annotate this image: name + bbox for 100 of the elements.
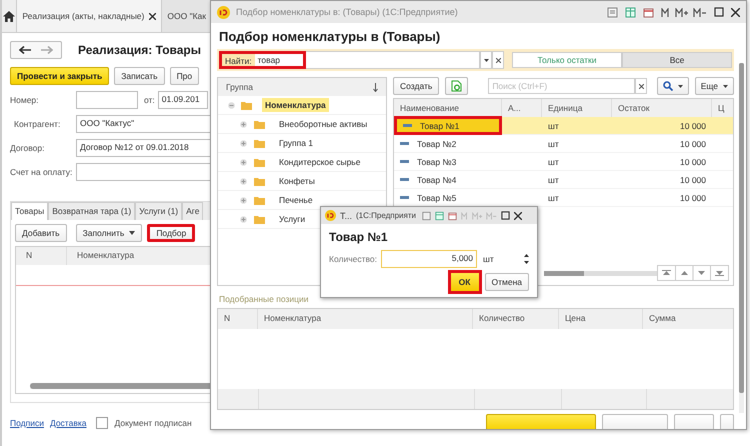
action-button[interactable]: Записать <box>114 67 165 85</box>
find-field[interactable]: Найти: товар <box>219 51 306 69</box>
confirm-button[interactable] <box>486 414 596 429</box>
window-title: Подбор номенклатуры в: (Товары) (1С:Предприятие) <box>236 7 459 17</box>
tree-item[interactable]: Номенклатура <box>262 98 329 112</box>
table-row[interactable]: Товар №3 шт 10 000 <box>394 153 733 171</box>
window-tab[interactable]: Реализация (акты, накладные) <box>17 0 162 32</box>
expand-icon[interactable] <box>240 140 247 146</box>
maximize-icon[interactable] <box>714 7 724 17</box>
action-button[interactable] <box>674 414 714 429</box>
cancel-button[interactable]: Отмена <box>484 273 529 291</box>
more-button[interactable]: Еще <box>694 77 734 95</box>
folder-icon <box>241 100 252 110</box>
item-name-cell: Товар №5 <box>394 189 502 206</box>
clear-button[interactable] <box>492 51 504 69</box>
expand-icon[interactable] <box>240 216 247 222</box>
tab[interactable]: Товары <box>11 202 48 220</box>
table-cell-text: 10 000 <box>679 192 707 202</box>
link[interactable]: Подписи <box>10 418 44 428</box>
link[interactable]: Доставка <box>50 418 86 428</box>
spin-arrows-icon[interactable] <box>524 253 529 265</box>
maximize-icon[interactable] <box>500 211 510 220</box>
toolbar-button[interactable]: Заполнить <box>76 224 142 242</box>
row-navigation-buttons[interactable] <box>657 265 729 281</box>
create-button[interactable]: Создать <box>393 77 440 95</box>
memory-icons[interactable] <box>661 8 707 16</box>
folder-icon <box>254 176 265 186</box>
copy-button[interactable] <box>445 77 468 95</box>
toolbar-button[interactable]: Добавить <box>15 224 67 242</box>
tab[interactable]: Услуги (1) <box>135 202 182 220</box>
tree-item[interactable]: Кондитерское сырье <box>276 155 364 169</box>
date-field[interactable]: 01.09.201 <box>158 91 208 109</box>
sort-arrow-icon[interactable] <box>373 82 378 92</box>
item-icon <box>400 178 409 181</box>
item-icon <box>403 124 412 127</box>
contract-field[interactable]: Договор №12 от 09.01.2018 <box>76 139 212 157</box>
checkbox[interactable] <box>96 417 108 429</box>
table-cell-text: 10 000 <box>679 156 707 166</box>
scrollbar[interactable] <box>739 63 744 413</box>
field-label: Договор: <box>10 143 46 153</box>
search-button[interactable] <box>656 77 689 95</box>
expand-icon[interactable] <box>240 158 247 166</box>
copy-icon <box>451 80 462 92</box>
expand-icon[interactable] <box>240 120 247 128</box>
item-icon <box>400 142 409 145</box>
table-icon[interactable] <box>434 210 444 220</box>
tree-item[interactable]: Конфеты <box>276 174 318 188</box>
filter-toggle[interactable]: Все <box>622 52 732 68</box>
action-button[interactable]: Про <box>170 67 200 85</box>
scrollbar[interactable] <box>544 270 657 276</box>
action-button[interactable] <box>602 414 668 429</box>
table-row[interactable]: Товар №2 шт 10 000 <box>394 135 733 153</box>
tab[interactable]: Возвратная тара (1) <box>48 202 136 220</box>
toolbar-button[interactable]: Подбор <box>147 224 196 242</box>
table-icon[interactable] <box>625 6 636 18</box>
column-header: Сумма <box>648 312 677 325</box>
table-row[interactable]: Товар №1 шт 10 000 <box>394 117 733 135</box>
ok-button[interactable]: ОК <box>448 270 482 294</box>
counterparty-field[interactable]: ООО "Кактус" <box>76 115 212 133</box>
number-field[interactable] <box>76 91 138 109</box>
document-icon[interactable] <box>607 6 618 18</box>
close-icon[interactable] <box>514 212 522 220</box>
item-icon <box>400 160 409 163</box>
help-button[interactable] <box>720 414 734 429</box>
table-cell-text: 10 000 <box>679 174 707 184</box>
find-input-extension[interactable] <box>306 51 480 69</box>
caret-icon <box>484 58 489 62</box>
table-cell-text: шт <box>547 192 560 202</box>
tab[interactable]: Аге <box>182 202 204 220</box>
field-label: Счет на оплату: <box>10 167 74 177</box>
table-row[interactable]: Товар №4 шт 10 000 <box>394 171 733 189</box>
column-header: Ц <box>717 102 726 115</box>
calendar-icon[interactable] <box>448 210 457 220</box>
field-label: Количество: <box>329 254 378 264</box>
action-button[interactable]: Провести и закрыть <box>10 67 110 85</box>
filter-toggle[interactable]: Только остатки <box>512 52 622 68</box>
expand-icon[interactable] <box>240 178 247 184</box>
quantity-field[interactable]: 5,000 <box>381 250 478 268</box>
caret-icon <box>723 84 728 88</box>
folder-icon <box>254 214 265 224</box>
close-icon[interactable] <box>149 12 156 20</box>
dropdown-button[interactable] <box>480 51 492 69</box>
tree-item[interactable]: Печенье <box>276 193 316 207</box>
home-icon <box>3 10 16 22</box>
back-arrow-icon[interactable] <box>19 46 31 54</box>
folder-icon <box>254 120 265 128</box>
forward-arrow-icon[interactable] <box>41 46 53 54</box>
document-icon[interactable] <box>422 210 431 220</box>
clear-button[interactable] <box>635 78 647 94</box>
dialog-heading: Товар №1 <box>329 230 389 244</box>
scrollbar[interactable] <box>30 383 212 389</box>
tree-item[interactable]: Внеоборотные активы <box>276 117 370 131</box>
expand-icon[interactable] <box>240 196 247 204</box>
tree-item[interactable]: Услуги <box>276 212 308 226</box>
tree-item[interactable]: Группа 1 <box>276 136 316 150</box>
calendar-icon[interactable] <box>643 6 654 18</box>
navigation-buttons[interactable] <box>10 41 62 59</box>
home-button[interactable] <box>2 0 18 32</box>
close-icon[interactable] <box>731 8 740 16</box>
collapse-icon[interactable] <box>228 102 235 108</box>
